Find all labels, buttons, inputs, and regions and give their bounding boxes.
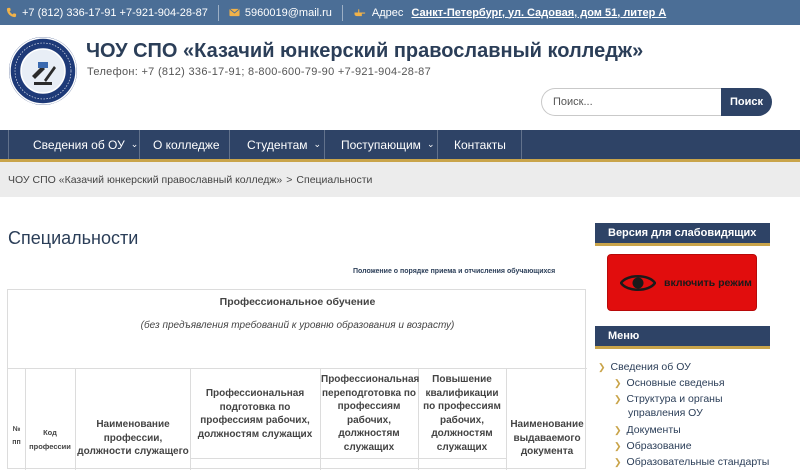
nav-item-applicants[interactable]: Поступающим ⌄ bbox=[325, 130, 438, 159]
menu-item-documents[interactable]: ❯ Документы bbox=[614, 423, 681, 437]
admission-regulation-link[interactable]: Положение о порядке приема и отчисления … bbox=[353, 268, 555, 275]
phone-icon bbox=[6, 7, 17, 18]
breadcrumb: ЧОУ СПО «Казачий юнкерский православный … bbox=[0, 162, 800, 197]
chevron-down-icon: ⌄ bbox=[313, 139, 322, 149]
top-phones-text[interactable]: +7 (812) 336-17-91 +7-921-904-28-87 bbox=[22, 7, 208, 19]
programs-table: Профессиональное обучение (без предъявле… bbox=[7, 289, 587, 470]
table-title: Профессиональное обучение bbox=[219, 296, 376, 308]
menu-item-label: Сведения об ОУ bbox=[610, 361, 691, 373]
chevron-down-icon: ⌄ bbox=[130, 139, 139, 149]
top-address: Адрес Санкт-Петербург, ул. Садовая, дом … bbox=[353, 0, 666, 25]
top-divider bbox=[217, 4, 219, 21]
nav-item-label: Сведения об ОУ bbox=[33, 137, 125, 152]
menu-item-basic-info[interactable]: ❯ Основные сведенья bbox=[614, 376, 725, 390]
chevron-right-icon: ❯ bbox=[598, 362, 606, 372]
chevron-right-icon: ❯ bbox=[614, 441, 622, 451]
table-divider bbox=[8, 368, 587, 369]
menu-item-structure[interactable]: ❯ Структура и органы управления ОУ bbox=[614, 392, 764, 420]
top-contact-bar: +7 (812) 336-17-91 +7-921-904-28-87 5960… bbox=[0, 0, 800, 25]
nav-item-about-org[interactable]: Сведения об ОУ ⌄ bbox=[8, 130, 140, 159]
college-logo[interactable] bbox=[8, 36, 78, 106]
accessibility-button-label: включить режим bbox=[664, 276, 752, 289]
accessibility-mode-button[interactable]: включить режим bbox=[607, 254, 757, 311]
menu-heading: Меню bbox=[595, 326, 770, 349]
page-title: Специальности bbox=[8, 228, 139, 248]
nav-item-label: Контакты bbox=[454, 137, 506, 152]
col-header-doc: Наименование выдаваемого документа bbox=[510, 419, 584, 457]
col-header-prep: Профессиональная подготовка по профессия… bbox=[197, 388, 313, 440]
top-divider bbox=[341, 4, 343, 21]
address-label: Адрес bbox=[371, 6, 404, 19]
search-button[interactable]: Поиск bbox=[721, 88, 772, 116]
menu-item-label: Документы bbox=[626, 424, 681, 436]
hand-pointer-icon bbox=[354, 9, 366, 17]
table-subheader-line bbox=[190, 458, 506, 459]
eye-icon bbox=[620, 274, 656, 291]
top-email-text[interactable]: 5960019@mail.ru bbox=[245, 7, 332, 19]
menu-item-label: Основные сведенья bbox=[626, 377, 725, 389]
search-form: Поиск bbox=[541, 88, 772, 116]
breadcrumb-separator: > bbox=[286, 173, 293, 186]
table-subtitle: (без предъявления требований к уровню об… bbox=[140, 320, 455, 331]
nav-item-label: Поступающим bbox=[341, 137, 421, 152]
table-column-line bbox=[190, 368, 191, 470]
nav-item-contacts[interactable]: Контакты bbox=[438, 130, 522, 159]
site-phone: Телефон: +7 (812) 336-17-91; 8-800-600-7… bbox=[87, 66, 432, 78]
menu-item-standards[interactable]: ❯ Образовательные стандарты bbox=[614, 455, 769, 469]
menu-item-label: Образование bbox=[626, 440, 692, 452]
top-email: 5960019@mail.ru bbox=[229, 0, 332, 25]
menu-item-label: Образовательные стандарты bbox=[626, 456, 770, 468]
chevron-down-icon: ⌄ bbox=[426, 139, 435, 149]
menu-item-label: Структура и органы управления ОУ bbox=[626, 393, 723, 420]
col-header-retrain: Профессиональная переподготовка по профе… bbox=[321, 374, 420, 453]
address-link[interactable]: Санкт-Петербург, ул. Садовая, дом 51, ли… bbox=[411, 7, 666, 19]
nav-item-label: Студентам bbox=[247, 137, 308, 152]
nav-item-label: О колледже bbox=[153, 137, 220, 152]
search-input[interactable] bbox=[541, 88, 722, 116]
chevron-right-icon: ❯ bbox=[614, 425, 622, 435]
nav-item-about-college[interactable]: О колледже bbox=[140, 130, 230, 159]
top-phones: +7 (812) 336-17-91 +7-921-904-28-87 bbox=[6, 0, 208, 25]
site-title[interactable]: ЧОУ СПО «Казачий юнкерский православный … bbox=[86, 40, 643, 63]
table-column-line bbox=[25, 368, 26, 470]
breadcrumb-current: Специальности bbox=[296, 173, 373, 186]
col-header-name: Наименование профессии, должности служащ… bbox=[77, 419, 189, 457]
col-header-num: № пп bbox=[12, 426, 21, 447]
col-header-code: Код профессии bbox=[29, 428, 71, 452]
chevron-right-icon: ❯ bbox=[614, 378, 622, 388]
table-column-line bbox=[75, 368, 76, 470]
accessibility-heading: Версия для слабовидящих bbox=[595, 223, 770, 246]
nav-item-students[interactable]: Студентам ⌄ bbox=[230, 130, 325, 159]
chevron-right-icon: ❯ bbox=[614, 457, 622, 467]
breadcrumb-home[interactable]: ЧОУ СПО «Казачий юнкерский православный … bbox=[8, 174, 282, 186]
menu-item-about-org[interactable]: ❯ Сведения об ОУ bbox=[598, 360, 691, 374]
menu-item-education[interactable]: ❯ Образование bbox=[614, 439, 692, 453]
col-header-qual: Повышение квалификации по профессиям раб… bbox=[423, 374, 501, 453]
chevron-right-icon: ❯ bbox=[614, 394, 622, 404]
mail-icon bbox=[229, 8, 240, 17]
main-nav: Сведения об ОУ ⌄ О колледже Студентам ⌄ … bbox=[0, 130, 800, 159]
